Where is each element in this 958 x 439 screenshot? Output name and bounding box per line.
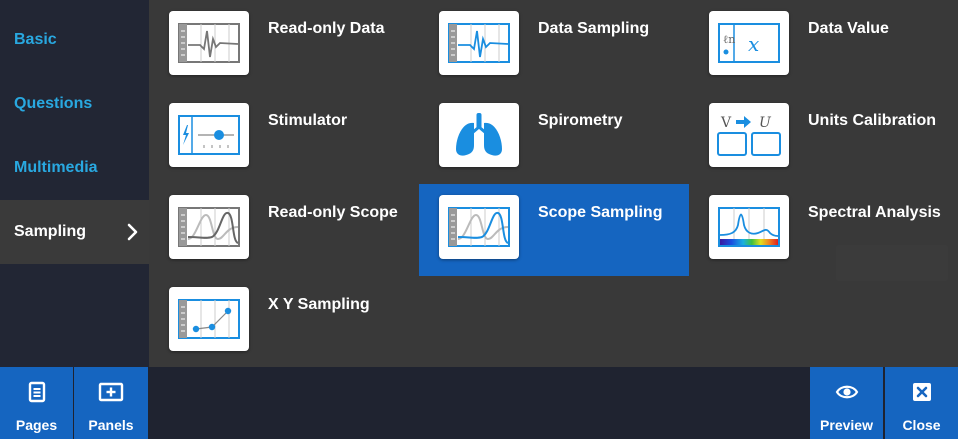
- add-panel-icon: [98, 382, 124, 402]
- sidebar-item-label: Questions: [14, 95, 93, 112]
- panel-stimulator[interactable]: Stimulator: [149, 92, 419, 184]
- preview-label: Preview: [820, 417, 873, 433]
- sidebar-item-multimedia[interactable]: Multimedia: [0, 136, 149, 200]
- panel-data-value[interactable]: ℓn x Data Value: [689, 0, 958, 92]
- panel-label: Data Value: [808, 20, 889, 37]
- bottom-toolbar: Pages Panels Preview Close: [0, 367, 958, 439]
- xy-sampling-icon: [178, 299, 240, 339]
- read-only-scope-thumbnail: [169, 195, 249, 259]
- scope-sampling-icon: [448, 207, 510, 247]
- app-window: Basic Questions Multimedia Sampling Read…: [0, 0, 958, 439]
- eye-icon: [835, 385, 858, 399]
- units-from-label: V: [720, 115, 732, 131]
- spectral-analysis-thumbnail: [709, 195, 789, 259]
- scope-sampling-thumbnail: [439, 195, 519, 259]
- sidebar: Basic Questions Multimedia Sampling: [0, 0, 149, 367]
- panel-label: Read-only Data: [268, 20, 385, 37]
- ghost-button: [836, 245, 948, 281]
- spirometry-thumbnail: [439, 103, 519, 167]
- units-calibration-thumbnail: V U: [709, 103, 789, 167]
- units-calibration-icon: V U: [717, 115, 781, 156]
- sidebar-item-basic[interactable]: Basic: [0, 8, 149, 72]
- preview-button[interactable]: Preview: [810, 367, 883, 439]
- svg-text:x: x: [748, 32, 759, 56]
- data-value-icon: ℓn x: [718, 23, 780, 63]
- close-button[interactable]: Close: [885, 367, 958, 439]
- panel-units-calibration[interactable]: V U Units Calibration: [689, 92, 958, 184]
- data-sampling-thumbnail: [439, 11, 519, 75]
- units-to-label: U: [759, 115, 772, 131]
- sidebar-item-label: Multimedia: [14, 159, 98, 176]
- sidebar-item-sampling[interactable]: Sampling: [0, 200, 149, 264]
- panel-scope-sampling[interactable]: Scope Sampling: [419, 184, 689, 276]
- panel-grid: Read-only Data Data Sampling ℓn x Data V…: [149, 0, 958, 367]
- panel-label: X Y Sampling: [268, 296, 370, 313]
- read-only-scope-icon: [178, 207, 240, 247]
- panel-label: Spirometry: [538, 112, 623, 129]
- read-only-data-thumbnail: [169, 11, 249, 75]
- close-icon: [912, 383, 931, 401]
- chevron-right-icon: [127, 223, 138, 241]
- panel-read-only-data[interactable]: Read-only Data: [149, 0, 419, 92]
- sidebar-item-questions[interactable]: Questions: [0, 72, 149, 136]
- panel-label: Read-only Scope: [268, 204, 398, 221]
- panel-spirometry[interactable]: Spirometry: [419, 92, 689, 184]
- panel-label: Stimulator: [268, 112, 348, 129]
- read-only-data-icon: [178, 23, 240, 63]
- panel-label: Data Sampling: [538, 20, 650, 37]
- panels-label: Panels: [88, 417, 134, 433]
- document-icon: [28, 381, 45, 403]
- arrow-right-icon: [736, 116, 751, 128]
- panels-button[interactable]: Panels: [74, 367, 148, 439]
- panel-xy-sampling[interactable]: X Y Sampling: [149, 276, 419, 368]
- sidebar-item-label: Basic: [14, 31, 57, 48]
- panel-label: Scope Sampling: [538, 204, 663, 221]
- pages-label: Pages: [15, 417, 58, 433]
- svg-text:ℓn: ℓn: [723, 33, 735, 46]
- stimulator-thumbnail: [169, 103, 249, 167]
- panel-read-only-scope[interactable]: Read-only Scope: [149, 184, 419, 276]
- stimulator-icon: [178, 115, 240, 155]
- sidebar-item-label: Sampling: [14, 223, 87, 240]
- lungs-icon: [456, 113, 502, 156]
- panel-label: Units Calibration: [808, 112, 937, 129]
- data-value-thumbnail: ℓn x: [709, 11, 789, 75]
- data-sampling-icon: [448, 23, 510, 63]
- panel-data-sampling[interactable]: Data Sampling: [419, 0, 689, 92]
- pages-button[interactable]: Pages: [0, 367, 73, 439]
- xy-sampling-thumbnail: [169, 287, 249, 351]
- close-label: Close: [902, 417, 941, 433]
- panel-label: Spectral Analysis: [808, 204, 941, 221]
- spectral-analysis-icon: [718, 207, 780, 247]
